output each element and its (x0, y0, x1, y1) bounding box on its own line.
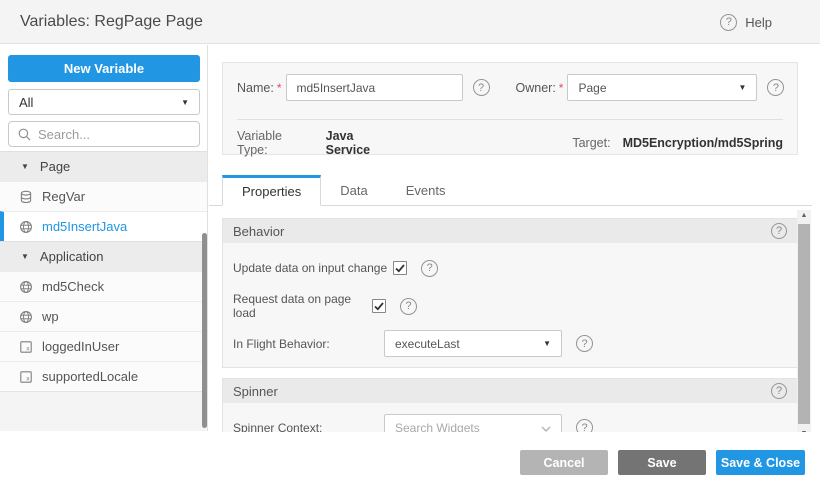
properties-scrollbar[interactable] (797, 210, 811, 440)
tab-events[interactable]: Events (387, 175, 465, 205)
spinner-section: Spinner Spinner Context: Search Widgets (222, 378, 798, 440)
in-flight-behavior-select[interactable]: executeLast (384, 330, 562, 357)
tab-properties[interactable]: Properties (222, 175, 321, 206)
help-label: Help (745, 15, 772, 30)
tab-data[interactable]: Data (321, 175, 386, 205)
target-label: Target: (572, 136, 610, 150)
owner-select[interactable]: Page (567, 74, 757, 101)
dialog-header: Variables: RegPage Page Help (0, 0, 820, 44)
scroll-up-arrow-icon[interactable] (797, 210, 811, 222)
owner-help-icon[interactable] (767, 79, 784, 96)
save-and-close-button[interactable]: Save & Close (716, 450, 805, 475)
in-flight-behavior-help-icon[interactable] (576, 335, 593, 352)
variable-filter-select[interactable]: All (8, 89, 200, 115)
variables-sidebar: New Variable All Page RegVar md5InsertJa… (0, 45, 208, 431)
variable-list: Page RegVar md5InsertJava Application md… (0, 151, 207, 391)
save-button[interactable]: Save (618, 450, 706, 475)
dialog-footer: Cancel Save Save & Close (0, 432, 820, 487)
app-variable-icon: x (19, 340, 33, 354)
list-item-wp[interactable]: wp (0, 301, 207, 331)
behavior-section: Behavior Update data on input change Req… (222, 218, 798, 368)
caret-down-icon (181, 98, 189, 107)
check-icon (374, 302, 384, 311)
target-value: MD5Encryption/md5Spring (623, 136, 783, 150)
check-icon (395, 264, 405, 273)
scrollbar-thumb[interactable] (798, 224, 810, 424)
sidebar-scrollbar-thumb[interactable] (202, 233, 207, 428)
required-marker: * (559, 81, 564, 95)
list-item-md5insertjava[interactable]: md5InsertJava (0, 211, 207, 241)
properties-panel: Behavior Update data on input change Req… (209, 207, 799, 440)
cancel-button[interactable]: Cancel (520, 450, 608, 475)
variable-type-value: Java Service (326, 129, 400, 157)
request-on-page-load-checkbox[interactable] (372, 299, 386, 313)
required-marker: * (277, 81, 282, 95)
variable-search[interactable] (8, 121, 200, 147)
behavior-help-icon[interactable] (771, 223, 787, 239)
help-icon (720, 14, 737, 31)
service-icon (19, 280, 33, 294)
request-on-page-load-label: Request data on page load (233, 292, 366, 320)
search-icon (18, 128, 31, 141)
owner-selected-value: Page (578, 81, 606, 95)
spinner-section-title: Spinner (233, 384, 278, 399)
sidebar-empty-area (0, 391, 207, 431)
update-on-input-change-checkbox[interactable] (393, 261, 407, 275)
spinner-help-icon[interactable] (771, 383, 787, 399)
collapse-triangle-icon (21, 162, 29, 171)
list-item-loggedinuser[interactable]: x loggedInUser (0, 331, 207, 361)
search-input[interactable] (38, 127, 178, 142)
new-variable-button[interactable]: New Variable (8, 55, 200, 82)
svg-text:x: x (26, 345, 30, 352)
in-flight-behavior-label: In Flight Behavior: (233, 337, 384, 351)
app-variable-icon: x (19, 370, 33, 384)
detail-tabs: Properties Data Events (209, 175, 812, 206)
owner-label: Owner: (516, 81, 556, 95)
in-flight-behavior-value: executeLast (395, 337, 460, 351)
variables-dialog: Variables: RegPage Page Help New Variabl… (0, 0, 820, 487)
list-item-md5check[interactable]: md5Check (0, 271, 207, 301)
database-icon (19, 190, 33, 204)
caret-down-icon (739, 83, 747, 92)
group-header-page[interactable]: Page (0, 151, 207, 181)
list-item-supportedlocale[interactable]: x supportedLocale (0, 361, 207, 391)
page-title: Variables: RegPage Page (20, 0, 203, 44)
collapse-triangle-icon (21, 252, 29, 261)
variable-summary-box: Name: * Owner: * Page Variable Type: Jav… (222, 62, 798, 155)
list-item-regvar[interactable]: RegVar (0, 181, 207, 211)
svg-text:x: x (26, 375, 30, 382)
update-on-input-change-label: Update data on input change (233, 261, 387, 275)
request-on-page-load-help-icon[interactable] (400, 298, 417, 315)
name-label: Name: (237, 81, 274, 95)
summary-divider (237, 119, 783, 120)
group-header-application[interactable]: Application (0, 241, 207, 271)
service-icon (19, 220, 33, 234)
behavior-section-title: Behavior (233, 224, 284, 239)
name-help-icon[interactable] (473, 79, 490, 96)
help-button[interactable]: Help (720, 0, 772, 44)
update-on-input-change-help-icon[interactable] (421, 260, 438, 277)
caret-down-icon (543, 339, 551, 348)
filter-selected-value: All (19, 95, 33, 110)
service-icon (19, 310, 33, 324)
variable-type-label: Variable Type: (237, 129, 314, 157)
name-input[interactable] (286, 74, 463, 101)
